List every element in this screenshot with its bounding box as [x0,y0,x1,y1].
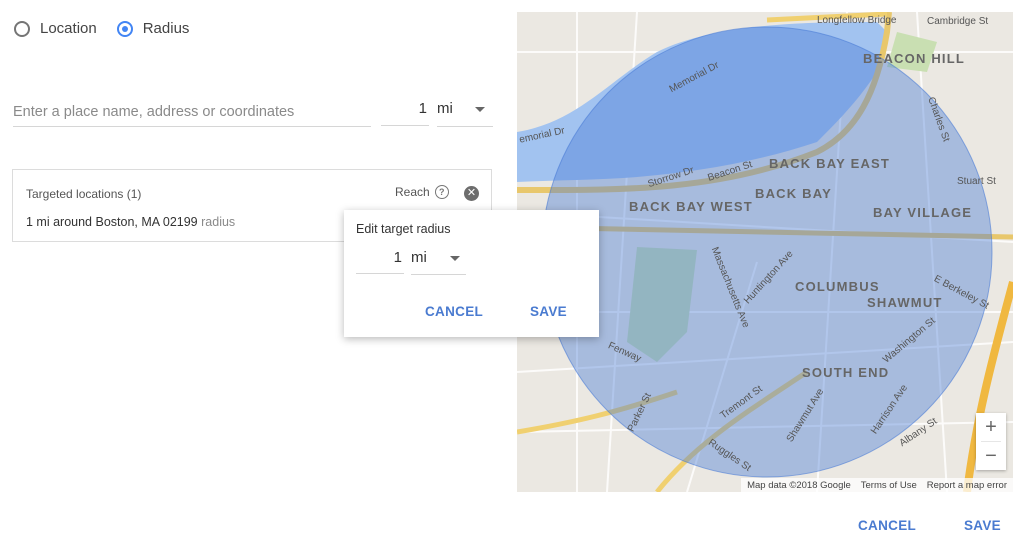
map-label-shawmut: SHAWMUT [867,295,943,310]
chevron-down-icon [450,256,460,261]
remove-location-icon[interactable]: ✕ [464,186,479,201]
targeting-mode-radios: Location Radius [14,20,189,37]
location-radio[interactable]: Location [14,20,97,37]
radius-unit-select[interactable]: mi [437,98,493,127]
popup-radius-unit-value: mi [411,249,427,266]
map-label-back-bay: BACK BAY [755,186,833,201]
edit-radius-popup: Edit target radius 1 mi CANCEL SAVE [344,210,599,337]
popup-cancel-button[interactable]: CANCEL [425,304,483,319]
map-label-stuart-st: Stuart St [957,176,996,187]
zoom-in-button[interactable]: + [976,413,1006,441]
radius-radio-label: Radius [142,20,190,37]
targeted-locations-header: Targeted locations (1) [26,187,142,201]
map-terms-link[interactable]: Terms of Use [861,480,917,491]
help-icon[interactable]: ? [434,185,449,199]
popup-radius-unit-select[interactable]: mi [411,248,466,275]
location-radio-label: Location [40,20,97,37]
map-label-beacon-hill: BEACON HILL [863,51,966,66]
radius-value-field[interactable]: 1 [381,98,429,126]
radius-radio-circle[interactable] [116,20,133,37]
map-data-credit: Map data ©2018 Google [747,479,851,491]
popup-title: Edit target radius [356,222,451,236]
footer-save-button[interactable]: SAVE [964,518,1001,533]
map-zoom-controls: + − [976,413,1006,470]
radius-unit-value: mi [437,100,453,117]
map-label-longfellow: Longfellow Bridge [817,15,897,26]
map-report-link[interactable]: Report a map error [927,480,1007,491]
map-label-south-end: SOUTH END [802,365,890,380]
map-label-bay-village: BAY VILLAGE [873,205,973,220]
map-label-back-bay-east: BACK BAY EAST [769,156,891,171]
map-label-back-bay-west: BACK BAY WEST [629,199,753,214]
radius-radio[interactable]: Radius [116,20,190,37]
reach-label-group: Reach ? [395,185,449,199]
popup-save-button[interactable]: SAVE [530,304,567,319]
targeted-location-text: 1 mi around Boston, MA 02199 [26,215,198,229]
map-label-columbus: COLUMBUS [795,279,880,294]
place-search-input[interactable] [13,98,371,127]
targeted-location-tag: radius [201,215,236,229]
footer-cancel-button[interactable]: CANCEL [858,518,916,533]
map-label-cambridge-st: Cambridge St [927,16,989,27]
reach-label: Reach [395,185,430,199]
popup-radius-value-field[interactable]: 1 [356,248,404,274]
zoom-out-button[interactable]: − [976,442,1006,470]
map-attribution: Map data ©2018 Google Terms of Use Repor… [741,478,1013,492]
chevron-down-icon [475,107,485,112]
targeted-location-row[interactable]: 1 mi around Boston, MA 02199 radius [26,215,235,229]
location-radio-circle[interactable] [14,20,30,37]
